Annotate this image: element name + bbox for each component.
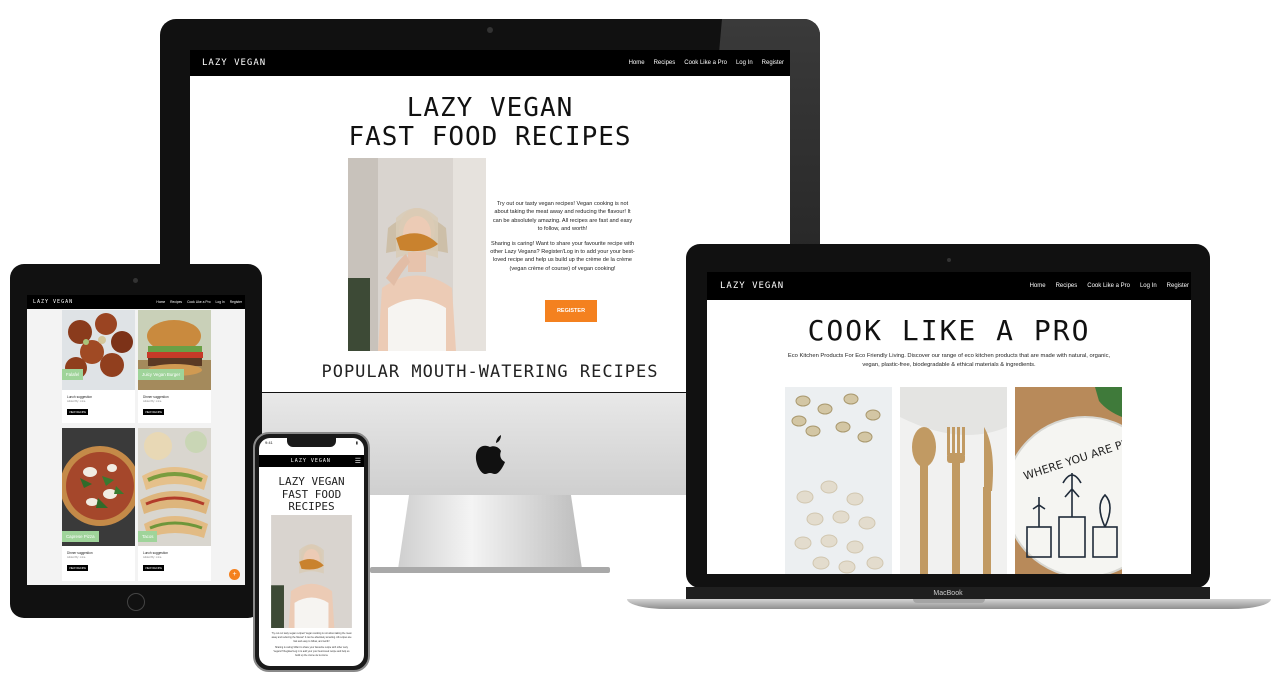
register-button[interactable]: REGISTER (545, 300, 597, 322)
intro-text: Try out our tasty vegan recipes! Vegan c… (490, 200, 635, 279)
imac-camera (487, 27, 493, 33)
sharing-paragraph: Sharing is caring! Want to share your fa… (490, 240, 635, 272)
nav-log-in[interactable]: Log In (736, 60, 753, 66)
iphone-device: 9:41 ▮ LAZY VEGAN ☰ LAZY VEGAN FAST FOOD… (253, 432, 370, 672)
macbook-camera (947, 258, 951, 262)
hero-title-line1: LAZY VEGAN (406, 93, 574, 123)
recipe-meal: Lunch suggestion (143, 551, 168, 555)
product-image-plant-plate[interactable]: WHERE YOU ARE PLANT (1015, 387, 1122, 574)
brand-logo[interactable]: LAZY VEGAN (720, 281, 784, 291)
product-image-wooden-cutlery[interactable] (900, 387, 1007, 574)
macbook-device: LAZY VEGAN Home Recipes Cook Like a Pro … (627, 244, 1271, 614)
hero-title-line1: LAZY VEGAN (278, 475, 345, 488)
status-time: 9:41 (265, 440, 273, 445)
nav-log-in[interactable]: Log In (216, 300, 225, 304)
intro-text: Try out our tasty vegan recipes! Vegan c… (271, 632, 352, 658)
ipad-camera (133, 278, 138, 283)
ipad-device: LAZY VEGAN Home Recipes Cook Like a Pro … (10, 264, 262, 618)
view-recipe-button[interactable]: VIEW RECIPE (143, 565, 164, 571)
nav-links: Home Recipes Cook Like a Pro Log In Regi… (620, 60, 784, 66)
recipe-tag: Falafel (62, 369, 84, 380)
macbook-opening-notch (913, 599, 985, 603)
view-recipe-button[interactable]: VIEW RECIPE (67, 565, 88, 571)
recipe-card[interactable]: Tacos Lunch suggestion Added By: mina VI… (138, 428, 211, 581)
hero-title-line2: FAST FOOD RECIPES (348, 122, 632, 152)
battery-icon: ▮ (355, 440, 358, 445)
iphone-notch (287, 438, 336, 447)
brand-logo[interactable]: LAZY VEGAN (33, 299, 73, 305)
imac-navbar: LAZY VEGAN Home Recipes Cook Like a Pro … (190, 50, 790, 76)
recipe-meal: Lunch suggestion (67, 395, 92, 399)
hamburger-menu-icon[interactable]: ☰ (355, 457, 361, 465)
sharing-paragraph: Sharing is caring! Want to share your fa… (273, 646, 350, 657)
nav-cook-like-a-pro[interactable]: Cook Like a Pro (684, 60, 727, 66)
nav-home[interactable]: Home (629, 60, 645, 66)
page-subtitle: Eco Kitchen Products For Eco Friendly Li… (787, 353, 1111, 368)
nav-recipes[interactable]: Recipes (170, 300, 182, 304)
recipe-author: Added By: mina (67, 400, 86, 403)
product-image-pistachios[interactable] (785, 387, 892, 574)
recipe-author: Added By: mina (143, 556, 162, 559)
ipad-screen: LAZY VEGAN Home Recipes Cook Like a Pro … (27, 295, 245, 585)
nav-recipes[interactable]: Recipes (654, 60, 676, 66)
recipe-author: Added By: mina (67, 556, 86, 559)
hero-photo-woman-eating (348, 158, 486, 351)
nav-home[interactable]: Home (1030, 283, 1046, 289)
nav-links: Home Recipes Cook Like a Pro Log In Regi… (151, 300, 242, 304)
iphone-navbar: LAZY VEGAN ☰ (259, 455, 364, 467)
hero-title-line3: RECIPES (288, 500, 335, 513)
add-recipe-fab-button[interactable]: + (229, 569, 240, 580)
brand-logo[interactable]: LAZY VEGAN (267, 458, 355, 464)
view-recipe-button[interactable]: VIEW RECIPE (143, 409, 164, 415)
ipad-navbar: LAZY VEGAN Home Recipes Cook Like a Pro … (27, 295, 245, 309)
iphone-screen: 9:41 ▮ LAZY VEGAN ☰ LAZY VEGAN FAST FOOD… (259, 438, 364, 666)
apple-logo-icon (475, 435, 505, 474)
nav-register[interactable]: Register (762, 60, 784, 66)
hero-title: LAZY VEGAN FAST FOOD RECIPES (259, 475, 364, 514)
ipad-home-button[interactable] (127, 593, 145, 611)
recipe-tag: Juicy Vegan Burger (138, 369, 185, 380)
nav-recipes[interactable]: Recipes (1056, 283, 1078, 289)
nav-home[interactable]: Home (156, 300, 165, 304)
recipe-tag: Caprese Pizza (62, 531, 99, 542)
intro-paragraph: Try out our tasty vegan recipes! Vegan c… (271, 632, 352, 643)
hero-title: LAZY VEGAN FAST FOOD RECIPES (190, 94, 790, 152)
macbook-navbar: LAZY VEGAN Home Recipes Cook Like a Pro … (707, 272, 1191, 300)
imac-stand (398, 495, 582, 569)
page-title: COOK LIKE A PRO (807, 314, 1091, 347)
imac-stand-base (370, 567, 610, 573)
macbook-screen: LAZY VEGAN Home Recipes Cook Like a Pro … (707, 272, 1191, 574)
recipe-tag: Tacos (138, 531, 158, 542)
recipe-photo-tacos (138, 428, 211, 546)
nav-cook-like-a-pro[interactable]: Cook Like a Pro (187, 300, 210, 304)
nav-register[interactable]: Register (230, 300, 242, 304)
nav-cook-like-a-pro[interactable]: Cook Like a Pro (1087, 283, 1130, 289)
recipe-meal: Dinner suggestion (143, 395, 169, 399)
nav-register[interactable]: Register (1167, 283, 1189, 289)
recipe-card[interactable]: Caprese Pizza Dinner suggestion Added By… (62, 428, 135, 581)
recipe-author: Added By: mina (143, 400, 162, 403)
nav-log-in[interactable]: Log In (1140, 283, 1157, 289)
recipe-photo-pizza (62, 428, 135, 546)
recipe-card[interactable]: Falafel Lunch suggestion Added By: mina … (62, 310, 135, 423)
nav-links: Home Recipes Cook Like a Pro Log In Regi… (1020, 283, 1189, 289)
view-recipe-button[interactable]: VIEW RECIPE (67, 409, 88, 415)
brand-logo[interactable]: LAZY VEGAN (202, 58, 266, 68)
hero-photo-woman-eating (271, 515, 352, 628)
intro-paragraph: Try out our tasty vegan recipes! Vegan c… (492, 201, 633, 233)
recipe-meal: Dinner suggestion (67, 551, 93, 555)
recipe-card[interactable]: Juicy Vegan Burger Dinner suggestion Add… (138, 310, 211, 423)
